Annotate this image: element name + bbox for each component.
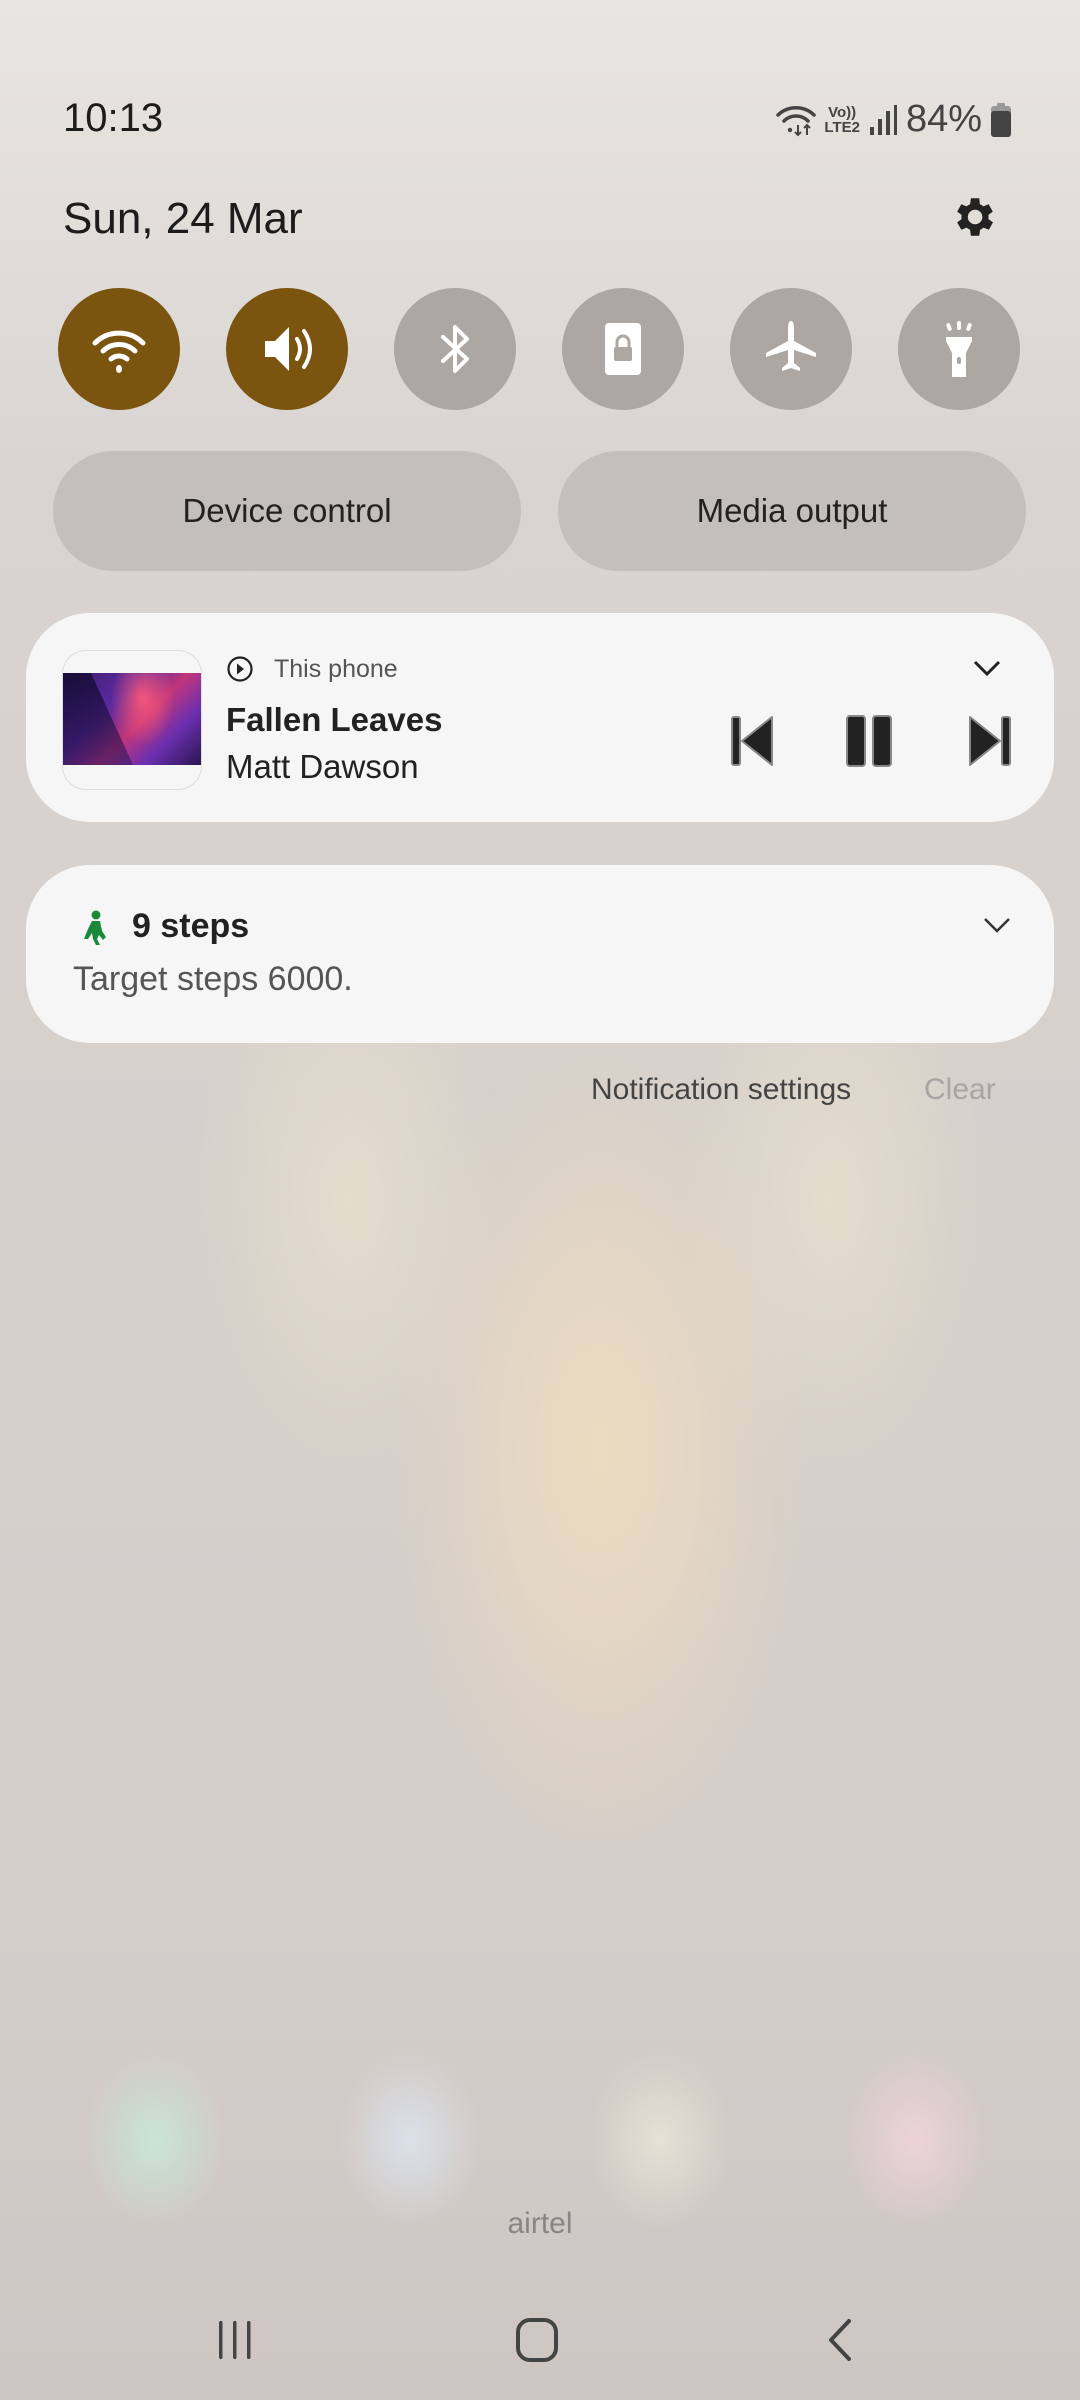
date-label: Sun, 24 Mar xyxy=(63,194,303,243)
lte-label: LTE2 xyxy=(824,118,860,136)
battery-icon xyxy=(991,102,1011,137)
song-artist: Matt Dawson xyxy=(226,748,419,785)
back-button[interactable] xyxy=(805,2310,875,2370)
tile-airplane-mode[interactable] xyxy=(730,288,852,410)
recents-icon xyxy=(219,2321,251,2359)
gear-icon[interactable] xyxy=(948,192,998,242)
tile-wifi[interactable] xyxy=(58,288,180,410)
steps-body: Target steps 6000. xyxy=(73,960,353,998)
play-circle-icon xyxy=(227,656,253,682)
steps-notification[interactable]: 9 steps Target steps 6000. xyxy=(26,865,1054,1043)
recents-button[interactable] xyxy=(200,2310,270,2370)
tile-bluetooth[interactable] xyxy=(394,288,516,410)
chevron-down-icon[interactable] xyxy=(982,915,1012,935)
volte-icon: Vo)) LTE2 xyxy=(824,105,860,135)
media-player-card[interactable]: This phone Fallen Leaves Matt Dawson xyxy=(26,613,1054,822)
song-title: Fallen Leaves xyxy=(226,701,443,738)
wifi-data-icon xyxy=(776,105,817,136)
airplane-icon xyxy=(766,321,816,371)
next-track-icon[interactable] xyxy=(966,713,1016,769)
home-icon xyxy=(516,2318,558,2362)
steps-title: 9 steps xyxy=(132,907,250,945)
signal-icon xyxy=(869,104,897,135)
battery-percent: 84% xyxy=(905,98,982,140)
previous-track-icon[interactable] xyxy=(728,713,778,769)
carrier-label: airtel xyxy=(507,2207,573,2240)
device-control-button[interactable]: Device control xyxy=(53,451,521,571)
lock-icon xyxy=(605,323,641,375)
bluetooth-icon xyxy=(441,325,469,373)
clear-button[interactable]: Clear xyxy=(924,1073,996,1107)
speaker-icon xyxy=(265,327,312,371)
quick-settings-tiles xyxy=(58,288,1020,410)
notification-settings-button[interactable]: Notification settings xyxy=(591,1073,851,1107)
pause-icon[interactable] xyxy=(844,713,894,769)
flashlight-icon xyxy=(946,321,972,377)
tile-sound[interactable] xyxy=(226,288,348,410)
wifi-icon xyxy=(92,330,146,373)
home-button[interactable] xyxy=(502,2310,572,2370)
status-time: 10:13 xyxy=(63,96,164,140)
volte-label: Vo)) xyxy=(828,103,857,121)
walking-person-icon xyxy=(84,910,106,945)
status-icons: Vo)) LTE2 84% xyxy=(776,98,1012,141)
media-source-label: This phone xyxy=(274,655,398,683)
chevron-down-icon[interactable] xyxy=(972,658,1002,678)
back-icon xyxy=(829,2319,851,2361)
album-art xyxy=(62,650,202,790)
tile-flashlight[interactable] xyxy=(898,288,1020,410)
tile-rotation-lock[interactable] xyxy=(562,288,684,410)
media-output-button[interactable]: Media output xyxy=(558,451,1026,571)
